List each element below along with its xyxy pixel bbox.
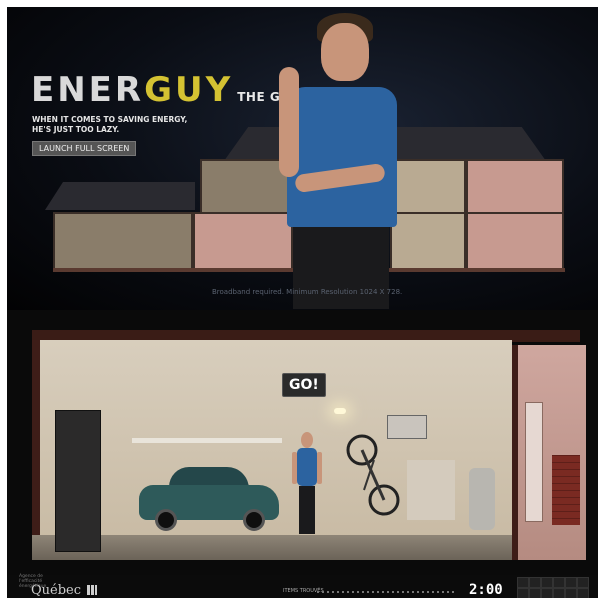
countdown-timer: 2:00 (469, 582, 503, 598)
requirements-text: Broadband required. Minimum Resolution 1… (212, 288, 403, 296)
character-head (321, 23, 369, 81)
publisher-name: Québec (31, 583, 82, 598)
inventory-slot[interactable] (553, 588, 565, 598)
logo-guy: GUY (144, 70, 234, 110)
inventory-slot[interactable] (565, 577, 577, 588)
inventory-slot[interactable] (529, 577, 541, 588)
launch-full-screen-button[interactable]: LAUNCH FULL SCREEN (32, 141, 137, 156)
inventory-slot[interactable] (541, 588, 553, 598)
inventory-slot[interactable] (565, 588, 577, 598)
items-progress-dots (317, 591, 457, 593)
inventory-slot[interactable] (577, 588, 589, 598)
inventory-grid (517, 577, 589, 598)
bicycle[interactable] (344, 430, 404, 520)
garage-floor (32, 535, 512, 560)
inventory-slot[interactable] (517, 588, 529, 598)
ceiling-light[interactable] (334, 408, 346, 414)
inventory-slot[interactable] (577, 577, 589, 588)
logo-ener: ENER (31, 70, 145, 110)
go-badge: GO! (282, 373, 326, 397)
garage-roof (45, 182, 195, 210)
adjacent-room (512, 345, 586, 560)
room-stairs (466, 212, 564, 270)
game-frame: ENERGUY THE GAME WHEN IT COMES TO SAVING … (7, 7, 598, 598)
intro-panel: ENERGUY THE GAME WHEN IT COMES TO SAVING … (7, 7, 598, 310)
tagline: WHEN IT COMES TO SAVING ENERGY, HE'S JUS… (32, 115, 188, 134)
inventory-slot[interactable] (517, 577, 529, 588)
player-character (292, 432, 322, 534)
energuy-character (269, 9, 399, 309)
brick-wall (552, 455, 580, 525)
car[interactable] (139, 465, 279, 531)
inventory-slot[interactable] (541, 577, 553, 588)
car-rear-wheel (243, 509, 265, 531)
room-bedroom (390, 159, 466, 215)
room-living (390, 212, 466, 270)
character-arm-raised (279, 67, 299, 177)
inventory-slot[interactable] (529, 588, 541, 598)
inventory-slot[interactable] (553, 577, 565, 588)
water-heater[interactable] (469, 468, 495, 530)
garage-left-wall (32, 340, 40, 560)
car-front-wheel (155, 509, 177, 531)
room-garage (53, 212, 193, 270)
tool-pegboard[interactable] (407, 460, 455, 520)
fleur-de-lis-icon (87, 585, 97, 595)
character-shirt (287, 87, 397, 227)
quebec-logo: Agence de l'efficacité énergétique Québe… (19, 574, 99, 598)
garage-shelf (132, 438, 282, 443)
storage-cabinet[interactable] (55, 410, 101, 552)
character-pants (293, 227, 389, 309)
interior-door[interactable] (525, 402, 543, 522)
room-study (466, 159, 564, 215)
game-scene: GO! Agence de l'efficacité énergétique Q… (7, 310, 598, 598)
